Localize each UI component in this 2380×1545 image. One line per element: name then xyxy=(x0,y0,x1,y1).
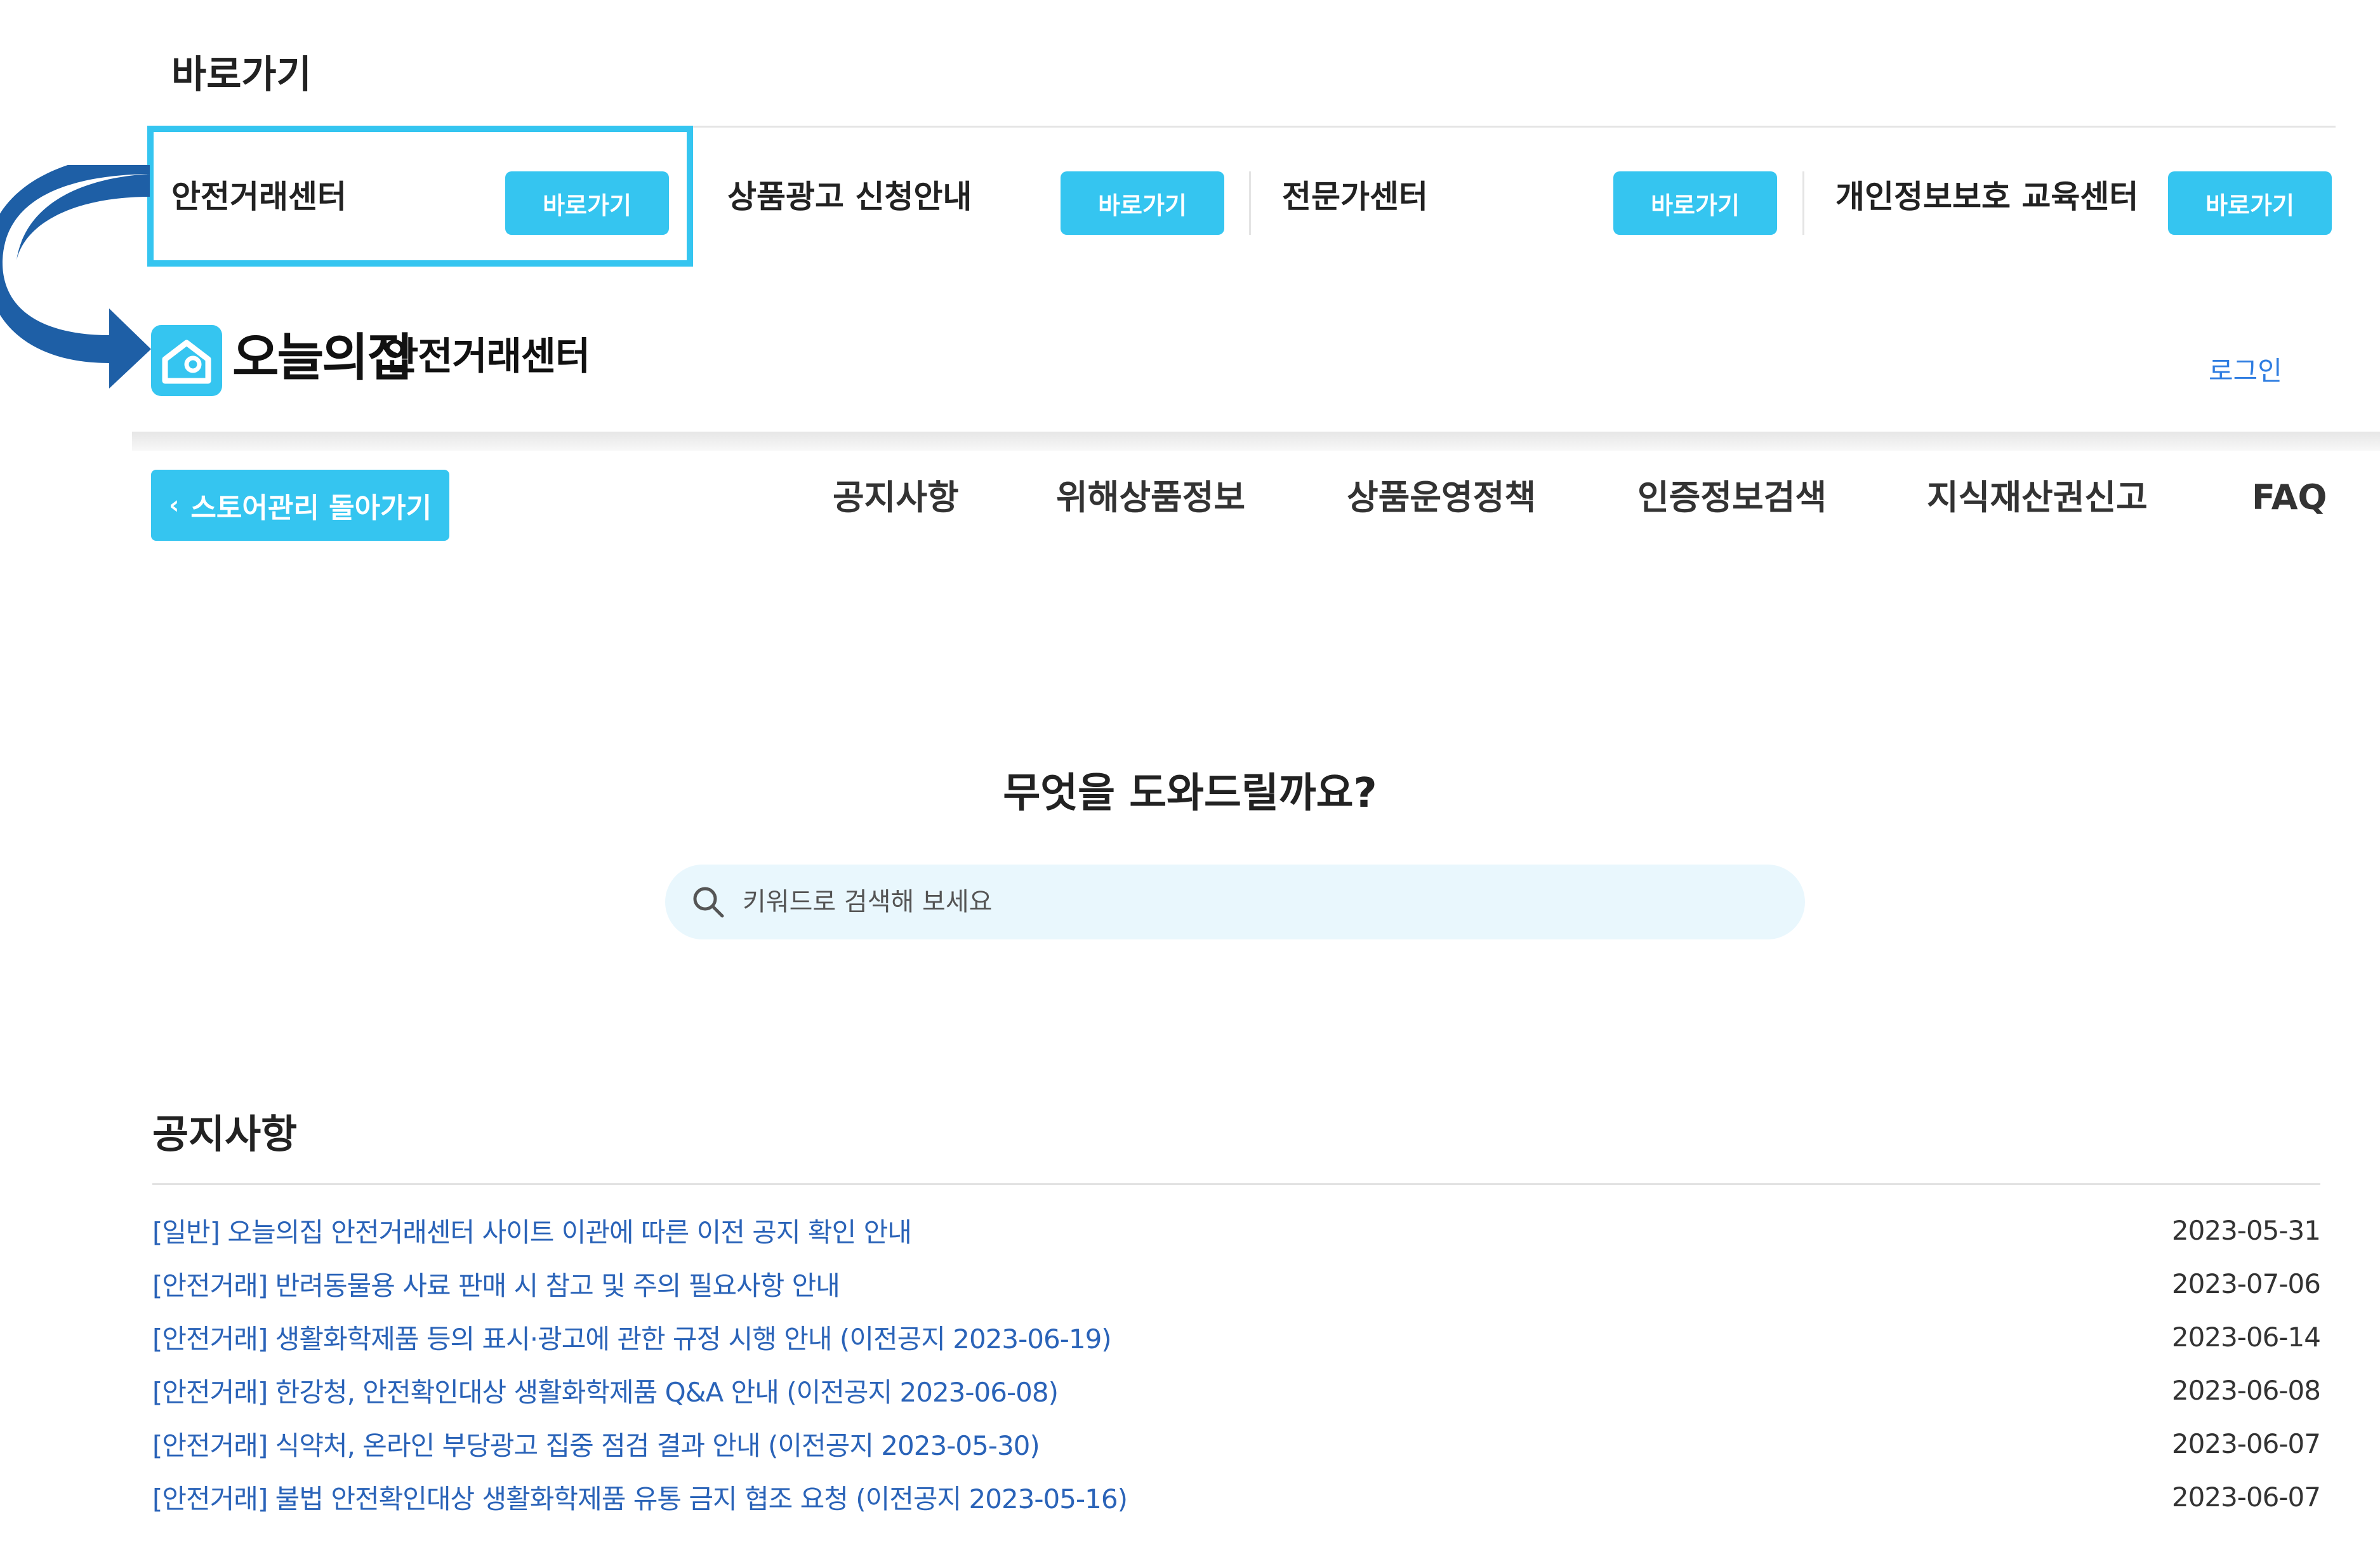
notices-title: 공지사항 xyxy=(152,1111,298,1157)
notice-date: 2023-06-07 xyxy=(2171,1481,2321,1513)
login-link[interactable]: 로그인 xyxy=(2209,355,2282,387)
expert-center-goto-button[interactable]: 바로가기 xyxy=(1613,171,1777,235)
quick-link-privacy-education: 개인정보보호 교육센터 바로가기 xyxy=(1806,126,2336,268)
privacy-education-goto-button[interactable]: 바로가기 xyxy=(2168,171,2332,235)
notice-row: [일반] 오늘의집 안전거래센터 사이트 이관에 따른 이전 공지 확인 안내 … xyxy=(152,1204,2321,1257)
notice-link[interactable]: [안전거래] 불법 안전확인대상 생활화학제품 유통 금지 협조 요청 (이전공… xyxy=(152,1478,1128,1516)
brand-subtitle: 안전거래센터 xyxy=(383,335,590,379)
highlight-box xyxy=(147,126,693,267)
notice-row: [안전거래] 식약처, 온라인 부당광고 집중 점검 결과 안내 (이전공지 2… xyxy=(152,1417,2321,1470)
back-to-store-button[interactable]: ‹ 스토어관리 돌아가기 xyxy=(151,470,449,541)
notice-date: 2023-06-08 xyxy=(2171,1374,2321,1406)
nav-item-product-policy[interactable]: 상품운영정책 xyxy=(1347,477,1536,519)
nav-item-hazardous-products[interactable]: 위해상품정보 xyxy=(1056,477,1245,519)
search-bar xyxy=(665,864,1805,940)
notice-row: [안전거래] 생활화학제품 등의 표시·광고에 관한 규정 시행 안내 (이전공… xyxy=(152,1310,2321,1363)
notice-link[interactable]: [안전거래] 반려동물용 사료 판매 시 참고 및 주의 필요사항 안내 xyxy=(152,1264,840,1303)
quick-link-label: 상품광고 신청안내 xyxy=(727,178,972,215)
nav-item-certification-search[interactable]: 인증정보검색 xyxy=(1637,477,1827,519)
quick-link-label: 개인정보보호 교육센터 xyxy=(1835,178,2139,215)
notice-date: 2023-06-07 xyxy=(2171,1428,2321,1459)
back-to-store-label: 스토어관리 돌아가기 xyxy=(190,492,432,524)
notice-date: 2023-06-14 xyxy=(2171,1321,2321,1353)
ad-application-goto-button[interactable]: 바로가기 xyxy=(1061,171,1224,235)
notices-divider xyxy=(152,1183,2320,1185)
search-icon xyxy=(693,887,724,918)
notice-date: 2023-05-31 xyxy=(2171,1214,2321,1246)
search-title: 무엇을 도와드릴까요? xyxy=(1003,770,1377,817)
notice-date: 2023-07-06 xyxy=(2171,1268,2321,1299)
notice-link[interactable]: [안전거래] 한강청, 안전확인대상 생활화학제품 Q&A 안내 (이전공지 2… xyxy=(152,1371,1059,1410)
notice-row: [안전거래] 반려동물용 사료 판매 시 참고 및 주의 필요사항 안내 202… xyxy=(152,1257,2321,1310)
notice-list: [일반] 오늘의집 안전거래센터 사이트 이관에 따른 이전 공지 확인 안내 … xyxy=(152,1204,2321,1523)
header-divider xyxy=(132,432,2380,451)
nav-item-ip-report[interactable]: 지식재산권신고 xyxy=(1927,477,2148,519)
notice-row: [안전거래] 한강청, 안전확인대상 생활화학제품 Q&A 안내 (이전공지 2… xyxy=(152,1363,2321,1417)
quick-link-ad-application: 상품광고 신청안내 바로가기 xyxy=(698,126,1251,268)
quick-link-expert-center: 전문가센터 바로가기 xyxy=(1253,126,1805,268)
quick-link-separator xyxy=(1249,171,1251,235)
search-input[interactable] xyxy=(741,864,1805,940)
notice-link[interactable]: [일반] 오늘의집 안전거래센터 사이트 이관에 따른 이전 공지 확인 안내 xyxy=(152,1211,912,1250)
notice-link[interactable]: [안전거래] 식약처, 온라인 부당광고 집중 점검 결과 안내 (이전공지 2… xyxy=(152,1424,1040,1463)
curved-arrow-icon xyxy=(0,165,151,388)
quick-links-title: 바로가기 xyxy=(171,53,312,97)
notice-row: [안전거래] 불법 안전확인대상 생활화학제품 유통 금지 협조 요청 (이전공… xyxy=(152,1470,2321,1523)
notice-link[interactable]: [안전거래] 생활화학제품 등의 표시·광고에 관한 규정 시행 안내 (이전공… xyxy=(152,1318,1112,1356)
nav-item-faq[interactable]: FAQ xyxy=(2252,477,2327,519)
house-logo-icon xyxy=(151,325,222,396)
nav-item-notices[interactable]: 공지사항 xyxy=(833,477,959,519)
chevron-left-icon: ‹ xyxy=(168,491,180,520)
quick-link-label: 전문가센터 xyxy=(1282,178,1428,215)
quick-link-separator xyxy=(1802,171,1804,235)
